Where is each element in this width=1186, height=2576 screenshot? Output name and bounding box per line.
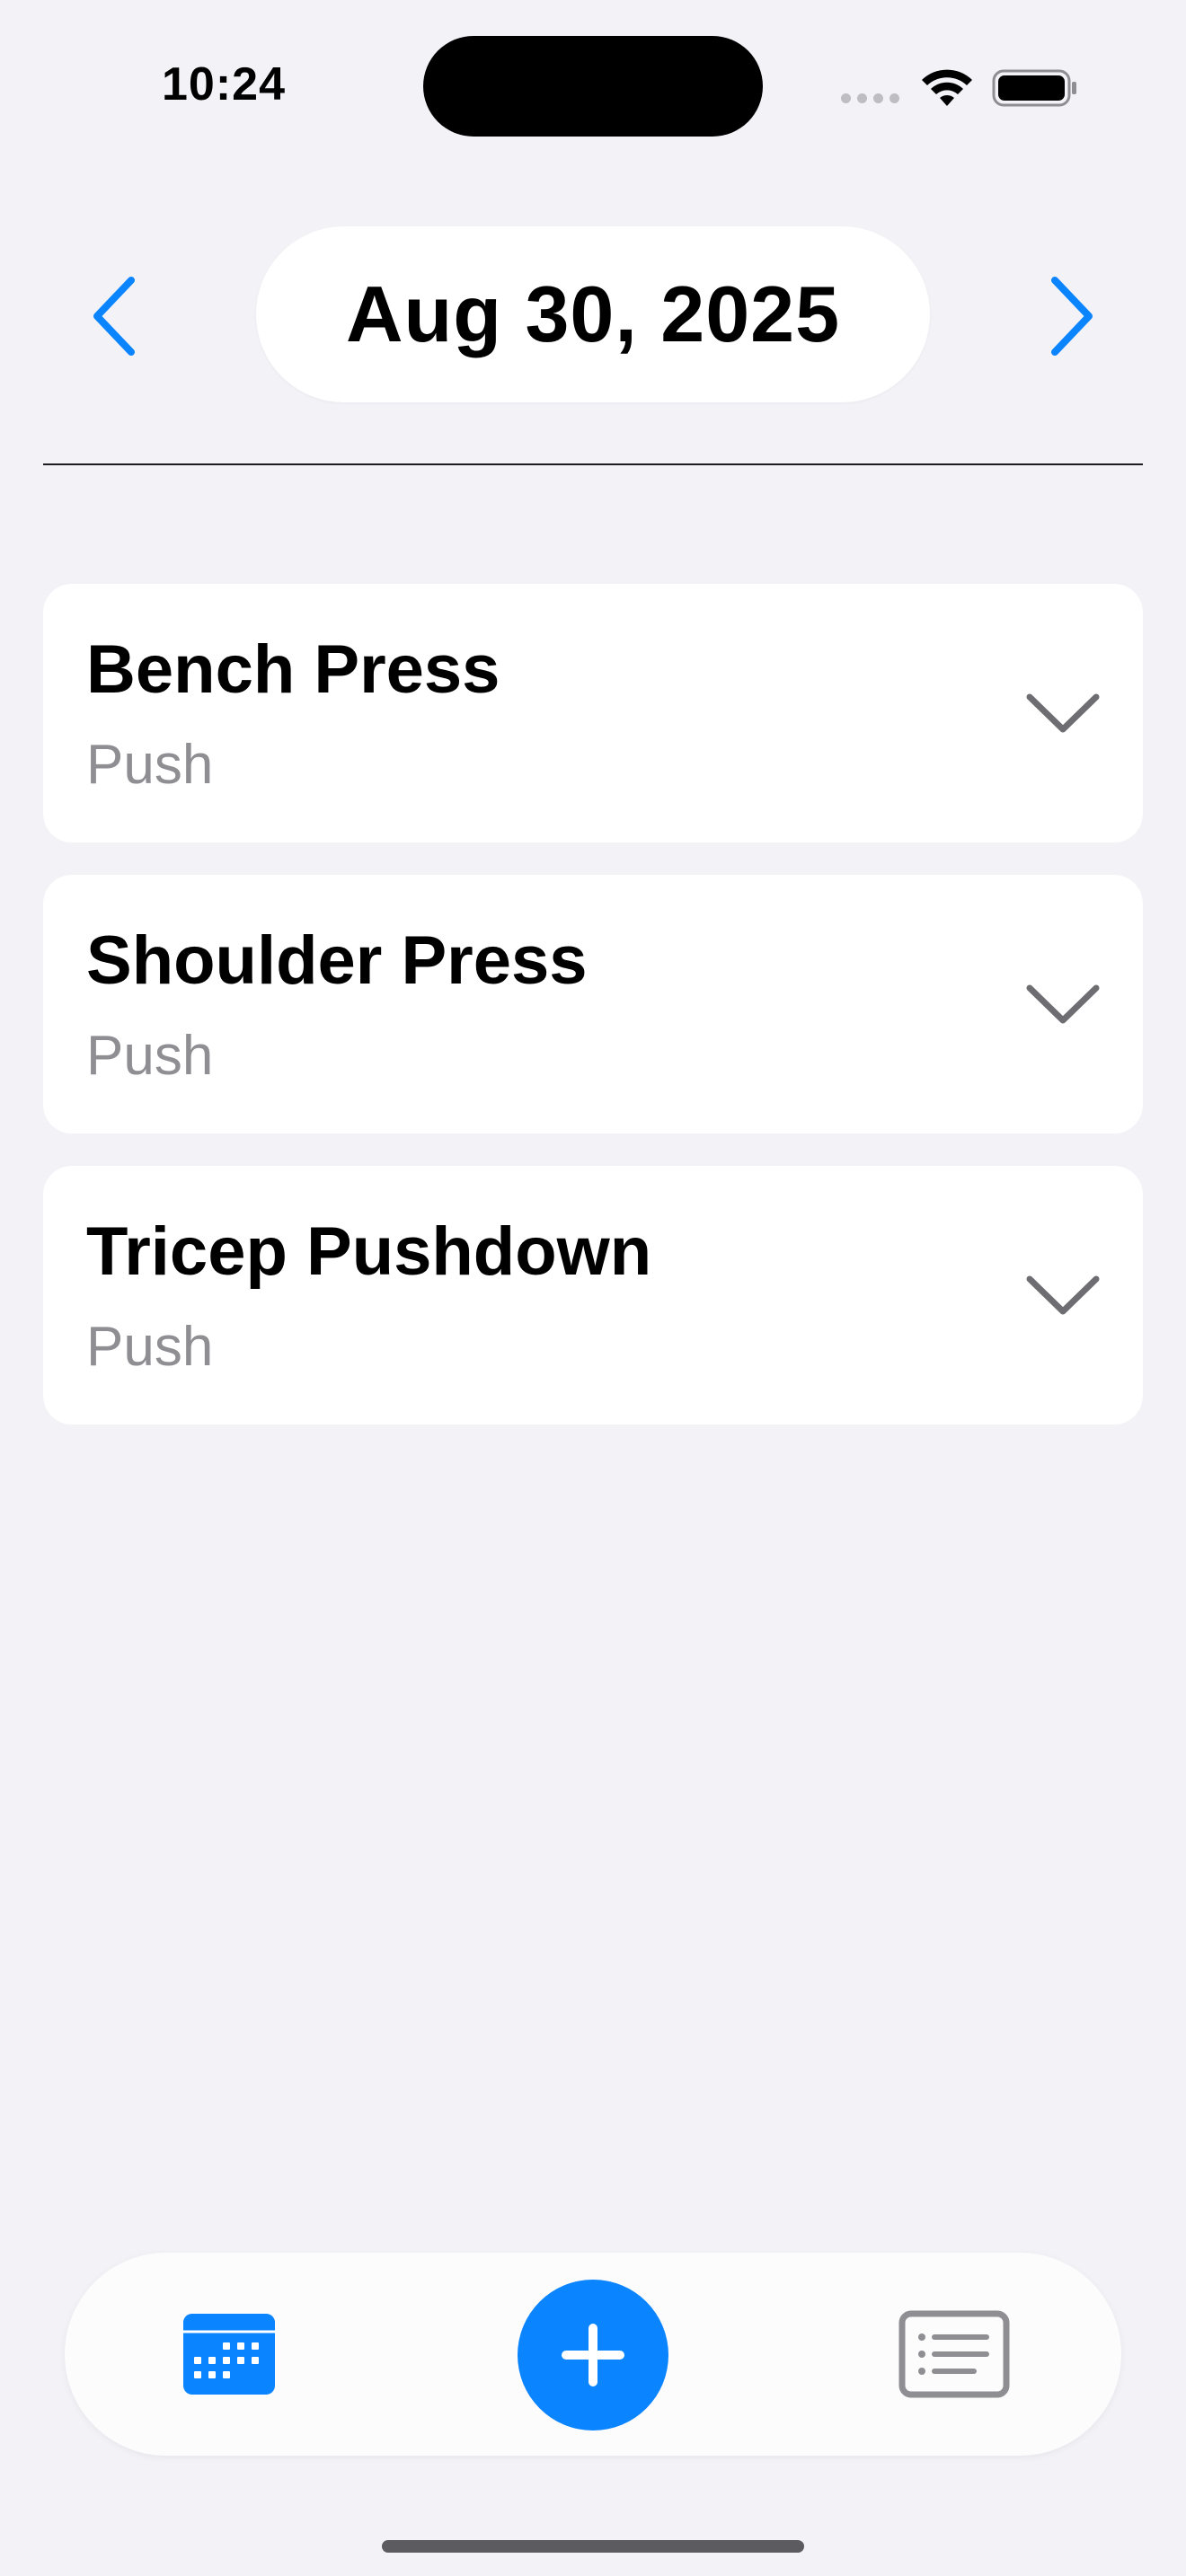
home-indicator[interactable]	[382, 2540, 804, 2553]
exercise-category: Push	[86, 1025, 214, 1087]
exercise-card[interactable]: Bench Press Push	[43, 584, 1143, 842]
cellular-signal-icon	[841, 93, 899, 103]
exercise-card[interactable]: Tricep Pushdown Push	[43, 1166, 1143, 1425]
exercise-card[interactable]: Shoulder Press Push	[43, 875, 1143, 1134]
chevron-left-icon	[93, 277, 135, 356]
tab-bar	[65, 2253, 1121, 2456]
chevron-right-icon	[1051, 277, 1093, 356]
exercise-list: Bench Press Push Shoulder Press Push Tri…	[43, 584, 1143, 1457]
status-bar: 10:24	[0, 0, 1186, 171]
date-picker-button[interactable]: Aug 30, 2025	[256, 226, 930, 402]
wifi-icon	[922, 69, 972, 106]
list-icon[interactable]	[898, 2310, 1010, 2398]
date-navigator: Aug 30, 2025	[0, 216, 1186, 413]
plus-icon	[562, 2324, 624, 2386]
add-exercise-button[interactable]	[518, 2280, 668, 2430]
exercise-name: Tricep Pushdown	[86, 1213, 652, 1290]
chevron-down-icon[interactable]	[1022, 1266, 1103, 1324]
chevron-down-icon[interactable]	[1022, 684, 1103, 742]
battery-icon	[992, 69, 1076, 107]
exercise-name: Shoulder Press	[86, 922, 588, 999]
dynamic-island	[423, 36, 763, 137]
exercise-category: Push	[86, 734, 214, 796]
exercise-name: Bench Press	[86, 631, 500, 708]
previous-day-button[interactable]	[79, 271, 151, 361]
status-time: 10:24	[162, 58, 286, 110]
header-divider	[43, 463, 1143, 465]
exercise-category: Push	[86, 1316, 214, 1378]
calendar-icon[interactable]	[180, 2310, 279, 2398]
current-date: Aug 30, 2025	[345, 269, 841, 358]
chevron-down-icon[interactable]	[1022, 975, 1103, 1033]
next-day-button[interactable]	[1035, 271, 1107, 361]
